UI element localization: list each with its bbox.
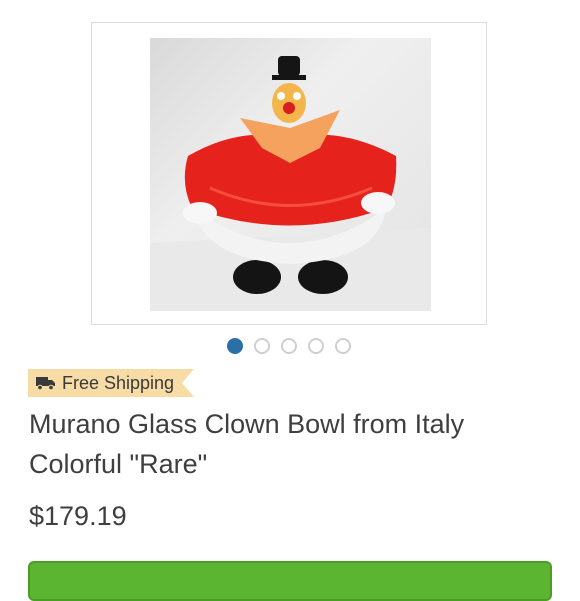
free-shipping-badge: Free Shipping [28,369,195,397]
product-price: $179.19 [29,501,127,531]
clown-bowl-image [150,56,431,311]
free-shipping-label: Free Shipping [62,372,175,393]
product-gallery[interactable] [91,22,487,325]
product-photo[interactable] [150,38,431,311]
carousel-dot[interactable] [227,338,243,354]
product-title: Murano Glass Clown Bowl from Italy Color… [29,409,465,479]
carousel-dot[interactable] [254,338,270,354]
buy-button[interactable] [28,561,552,601]
truck-icon [36,377,55,390]
carousel-dot[interactable] [281,338,297,354]
carousel-dot[interactable] [308,338,324,354]
carousel-dot[interactable] [335,338,351,354]
carousel-dots [227,338,351,354]
